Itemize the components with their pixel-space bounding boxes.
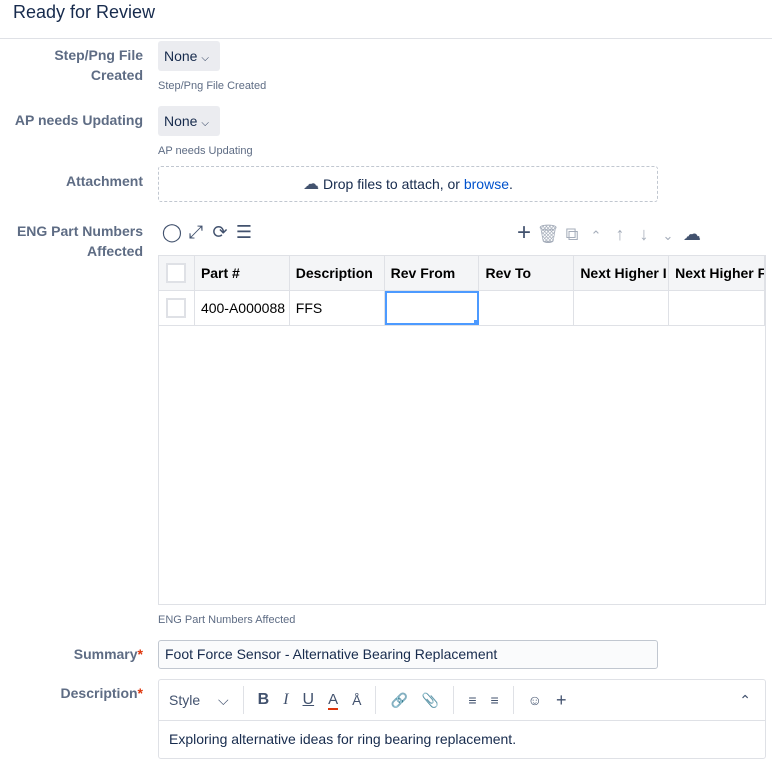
column-header[interactable]: Description	[290, 256, 385, 290]
eng-parts-help: ENG Part Numbers Affected	[158, 614, 296, 626]
trash-icon[interactable]: 🗑	[536, 224, 560, 245]
cell-next-higher[interactable]	[574, 291, 670, 325]
link-icon[interactable]: 🔗	[390, 692, 407, 709]
table-header: Part # Description Rev From Rev To Next …	[159, 256, 765, 291]
move-up-icon[interactable]: ↑	[608, 224, 632, 245]
description-content[interactable]: Exploring alternative ideas for ring bea…	[159, 721, 765, 757]
bold-icon[interactable]: B	[258, 691, 270, 709]
chevron-down-icon: ⌵	[201, 53, 209, 64]
column-header[interactable]: Part #	[195, 256, 290, 290]
summary-label: Summary*	[73, 646, 143, 662]
eng-parts-label: ENG Part Numbers Affected	[16, 223, 143, 259]
move-bottom-icon[interactable]: ⌄	[656, 228, 680, 244]
insert-icon[interactable]: +	[556, 690, 567, 711]
move-down-icon[interactable]: ↓	[632, 224, 656, 245]
attachment-dropzone[interactable]: ☁ Drop files to attach, or browse.	[158, 166, 658, 202]
column-header[interactable]: Next Higher F	[669, 256, 765, 290]
column-header[interactable]: Next Higher I	[574, 256, 670, 290]
select-all-checkbox[interactable]	[159, 256, 195, 290]
row-checkbox[interactable]	[159, 291, 195, 325]
step-png-select[interactable]: None ⌵	[158, 41, 220, 71]
numbered-list-icon[interactable]: ≡	[491, 692, 499, 708]
cell-part[interactable]: 400-A000088	[195, 291, 290, 325]
underline-icon[interactable]: U	[303, 691, 315, 709]
lightbulb-icon[interactable]: ◯	[160, 222, 184, 243]
expand-icon[interactable]: ⤢	[184, 222, 208, 243]
italic-icon[interactable]: I	[283, 691, 288, 709]
copy-icon[interactable]: ⧉	[560, 224, 584, 245]
attachment-label: Attachment	[65, 173, 143, 189]
editor-toolbar: Style ⌵ B I U A Å 🔗 📎 ≡ ≡ ☺ + ⌃	[159, 680, 765, 721]
step-png-help: Step/Png File Created	[158, 80, 267, 92]
collapse-toolbar-icon[interactable]: ⌃	[739, 692, 751, 709]
divider	[0, 38, 772, 39]
ap-updating-select[interactable]: None ⌵	[158, 106, 220, 136]
summary-input[interactable]: Foot Force Sensor - Alternative Bearing …	[158, 640, 658, 669]
ap-updating-help: AP needs Updating	[158, 145, 253, 157]
step-png-label: Step/Png File Created	[54, 47, 143, 83]
table-row: 400-A000088 FFS	[159, 291, 765, 326]
column-header[interactable]: Rev From	[385, 256, 480, 290]
bullet-list-icon[interactable]: ≡	[468, 692, 476, 708]
add-row-icon[interactable]: +	[512, 219, 536, 247]
browse-link[interactable]: browse	[464, 176, 509, 192]
text-color-icon[interactable]: A	[328, 691, 339, 710]
text-format-icon[interactable]: Å	[352, 692, 361, 708]
cell-next-higher-2[interactable]	[669, 291, 765, 325]
attachment-icon[interactable]: 📎	[422, 692, 439, 709]
ap-updating-label: AP needs Updating	[14, 112, 143, 128]
style-dropdown[interactable]: Style ⌵	[169, 692, 229, 709]
emoji-icon[interactable]: ☺	[528, 692, 542, 708]
cloud-upload-icon[interactable]: ☁	[680, 224, 704, 245]
chevron-down-icon: ⌵	[201, 118, 209, 129]
eng-parts-table: Part # Description Rev From Rev To Next …	[158, 255, 766, 605]
cell-rev-from[interactable]	[384, 291, 480, 325]
page-title: Ready for Review	[13, 2, 156, 22]
cell-description[interactable]: FFS	[290, 291, 385, 325]
description-editor[interactable]: Style ⌵ B I U A Å 🔗 📎 ≡ ≡ ☺ + ⌃ Explori…	[158, 679, 766, 759]
refresh-icon[interactable]: ⟳	[208, 222, 232, 243]
cell-rev-to[interactable]	[479, 291, 575, 325]
column-header[interactable]: Rev To	[479, 256, 575, 290]
cloud-upload-icon: ☁	[303, 176, 320, 193]
move-top-icon[interactable]: ⌃	[584, 228, 608, 244]
filter-icon[interactable]: ☰	[232, 222, 256, 243]
description-label: Description*	[60, 685, 143, 701]
